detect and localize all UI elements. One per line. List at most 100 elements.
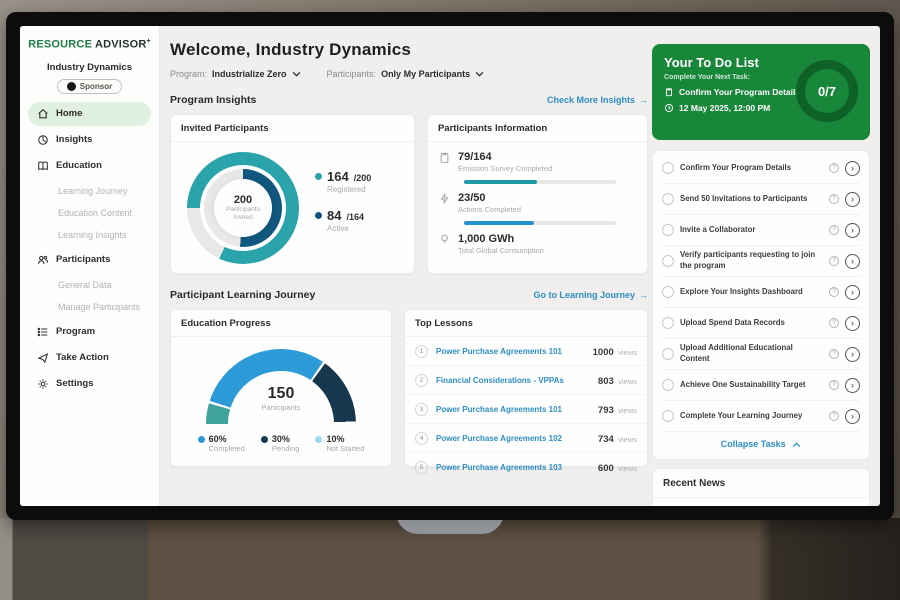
sidebar-item-manage-participants[interactable]: Manage Participants [20,296,159,318]
todo-task-list: Confirm Your Program Details ? › Send 50… [652,150,870,460]
todo-panel: Your To Do List Complete Your Next Task:… [652,44,870,506]
chevron-right-icon[interactable]: › [845,409,860,424]
task-checkbox[interactable] [662,410,674,422]
legend-completed: 60% Completed [198,434,245,453]
sidebar-item-take-action[interactable]: Take Action [28,346,151,370]
people-icon [37,254,49,266]
pending-dot [261,436,268,443]
program-insights-header: Program Insights Check More Insights → [170,94,648,106]
lesson-link[interactable]: Power Purchase Agreements 101 [436,405,598,414]
sidebar-item-settings[interactable]: Settings [28,372,151,396]
lesson-link[interactable]: Power Purchase Agreements 103 [436,463,598,472]
task-row-upload-spend-data[interactable]: Upload Spend Data Records ? › [662,308,860,339]
task-row-upload-educational-content[interactable]: Upload Additional Educational Content ? … [662,339,860,370]
task-checkbox[interactable] [662,162,674,174]
sidebar-item-participants[interactable]: Participants [28,248,151,272]
task-row-verify-participants[interactable]: Verify participants requesting to join t… [662,246,860,277]
filter-bar: Program: Industrialize Zero Participants… [170,69,652,79]
completed-dot [198,436,205,443]
task-checkbox[interactable] [662,255,674,267]
app-logo: RESOURCE ADVISOR+ [20,38,159,51]
lesson-link[interactable]: Power Purchase Agreements 102 [436,434,598,443]
lesson-link[interactable]: Power Purchase Agreements 101 [436,347,593,356]
task-checkbox[interactable] [662,286,674,298]
gear-icon [37,378,49,390]
actions-progress-track [464,221,616,225]
lesson-row: 3 Power Purchase Agreements 101 793 view… [405,395,647,424]
info-icon[interactable]: ? [829,225,839,235]
sponsor-badge: Sponsor [57,79,122,94]
bar-actions [464,221,534,225]
chevron-right-icon[interactable]: › [845,378,860,393]
lesson-link[interactable]: Financial Considerations - VPPAs [436,376,598,385]
sidebar-item-learning-insights[interactable]: Learning Insights [20,224,159,246]
participants-information-card: Participants Information 79/164 Emission… [427,114,648,274]
journey-cards-row: Education Progress 150 Participants 60% [170,309,648,467]
legend-active: 84 /164 Active [315,208,371,233]
check-more-insights-link[interactable]: Check More Insights → [547,95,648,105]
sidebar-item-home[interactable]: Home [28,102,151,126]
book-icon [37,160,49,172]
info-icon[interactable]: ? [829,163,839,173]
sidebar-item-learning-journey[interactable]: Learning Journey [20,180,159,202]
org-name: Industry Dynamics [20,62,159,73]
sidebar-item-program[interactable]: Program [28,320,151,344]
lesson-row: 1 Power Purchase Agreements 101 1000 vie… [405,337,647,366]
chevron-right-icon[interactable]: › [845,254,860,269]
task-checkbox[interactable] [662,348,674,360]
task-row-send-invitations[interactable]: Send 50 Invitations to Participants ? › [662,184,860,215]
task-row-invite-collaborator[interactable]: Invite a Collaborator ? › [662,215,860,246]
active-dot [315,212,322,219]
chevron-right-icon[interactable]: › [845,316,860,331]
info-icon[interactable]: ? [829,194,839,204]
chevron-right-icon[interactable]: › [845,223,860,238]
sidebar-item-education-content[interactable]: Education Content [20,202,159,224]
top-lessons-card: Top Lessons 1 Power Purchase Agreements … [404,309,648,467]
donut-center-label: 200 Participants Invited [214,179,272,237]
task-checkbox[interactable] [662,317,674,329]
lesson-row: 5 Power Purchase Agreements 103 600 view… [405,453,647,481]
collapse-tasks-link[interactable]: Collapse Tasks [662,432,860,457]
gauge-center-label: 150 Participants [206,385,356,412]
info-icon[interactable]: ? [829,349,839,359]
take-action-icon [37,352,49,364]
chevron-right-icon[interactable]: › [845,161,860,176]
task-row-achieve-target[interactable]: Achieve One Sustainability Target ? › [662,370,860,401]
stat-emission-survey: 79/164 Emission Survey Completed [438,151,637,173]
chevron-up-icon [792,442,801,448]
recent-news-title: Recent News [653,469,869,498]
program-filter[interactable]: Program: Industrialize Zero [170,69,301,79]
info-icon[interactable]: ? [829,411,839,421]
invited-donut: 200 Participants Invited [187,152,299,264]
legend-registered: 164 /200 Registered [315,169,371,194]
sidebar-item-insights[interactable]: Insights [28,128,151,152]
sidebar-item-education[interactable]: Education [28,154,151,178]
task-row-explore-insights[interactable]: Explore Your Insights Dashboard ? › [662,277,860,308]
info-icon[interactable]: ? [829,287,839,297]
task-row-complete-learning-journey[interactable]: Complete Your Learning Journey ? › [662,401,860,432]
info-icon[interactable]: ? [829,256,839,266]
task-row-confirm-program[interactable]: Confirm Your Program Details ? › [662,153,860,184]
page-title: Welcome, Industry Dynamics [170,40,652,60]
task-checkbox[interactable] [662,193,674,205]
sidebar-item-general-data[interactable]: General Data [20,274,159,296]
clock-icon [664,103,674,113]
lesson-row: 2 Financial Considerations - VPPAs 803 v… [405,366,647,395]
chevron-right-icon[interactable]: › [845,347,860,362]
todo-summary-card: Your To Do List Complete Your Next Task:… [652,44,870,140]
chevron-right-icon[interactable]: › [845,192,860,207]
chevron-right-icon[interactable]: › [845,285,860,300]
section-title: Participant Learning Journey [170,289,315,301]
app-window: RESOURCE ADVISOR+ Industry Dynamics Spon… [20,26,880,506]
go-to-learning-journey-link[interactable]: Go to Learning Journey → [533,290,648,300]
card-title: Top Lessons [405,310,647,337]
monitor-bezel: RESOURCE ADVISOR+ Industry Dynamics Spon… [6,12,894,520]
info-icon[interactable]: ? [829,318,839,328]
task-checkbox[interactable] [662,379,674,391]
invited-participants-card: Invited Participants 200 Participants In… [170,114,415,274]
info-icon[interactable]: ? [829,380,839,390]
clipboard-icon [664,87,674,97]
bulb-icon [438,233,451,246]
participants-filter[interactable]: Participants: Only My Participants [327,69,485,79]
task-checkbox[interactable] [662,224,674,236]
